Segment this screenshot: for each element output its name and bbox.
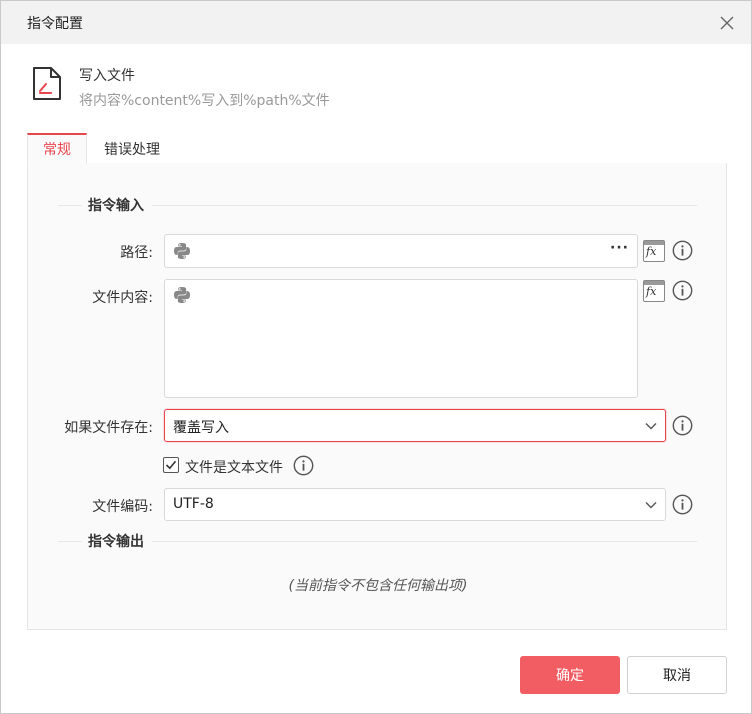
encoding-label: 文件编码: xyxy=(92,499,153,515)
if-exists-label: 如果文件存在: xyxy=(64,420,153,436)
encoding-info-icon[interactable] xyxy=(672,494,693,515)
input-section-title: 指令输入 xyxy=(84,195,148,215)
python-icon xyxy=(174,243,190,259)
content-fx-button[interactable]: fx xyxy=(643,280,665,302)
text-file-info-icon[interactable] xyxy=(293,455,314,476)
general-panel: 指令输入 路径: ··· fx 文件内容: fx 如果文件存在: 覆盖写入 文件… xyxy=(27,163,727,630)
encoding-value: UTF-8 xyxy=(173,496,214,512)
text-file-checkbox[interactable] xyxy=(163,457,179,473)
checkmark-icon xyxy=(165,460,177,470)
chevron-down-icon xyxy=(645,423,657,430)
dialog-title: 指令配置 xyxy=(27,16,83,32)
write-file-icon xyxy=(33,67,61,100)
section-line-left xyxy=(58,205,82,206)
path-label: 路径: xyxy=(120,245,153,261)
if-exists-info-icon[interactable] xyxy=(672,415,693,436)
python-icon xyxy=(174,287,190,303)
cancel-button[interactable]: 取消 xyxy=(627,656,727,694)
section-line-left xyxy=(58,541,82,542)
encoding-select[interactable]: UTF-8 xyxy=(164,488,666,521)
path-browse-button[interactable]: ··· xyxy=(610,240,629,256)
text-file-label: 文件是文本文件 xyxy=(185,460,283,476)
confirm-button[interactable]: 确定 xyxy=(520,656,620,694)
section-line-right xyxy=(152,541,697,542)
empty-output-text: (当前指令不包含任何输出项) xyxy=(288,578,468,594)
close-icon[interactable] xyxy=(717,13,737,33)
fx-icon: fx xyxy=(646,285,657,298)
content-label: 文件内容: xyxy=(92,290,153,306)
tab-general[interactable]: 常规 xyxy=(27,133,87,164)
output-section-title: 指令输出 xyxy=(84,531,148,551)
content-textarea[interactable] xyxy=(164,279,638,398)
command-config-dialog: 指令配置 写入文件 将内容%content%写入到%path%文件 常规 错误处… xyxy=(0,0,752,714)
if-exists-select[interactable]: 覆盖写入 xyxy=(164,409,666,442)
tab-error-handling[interactable]: 错误处理 xyxy=(89,133,175,164)
path-input[interactable]: ··· xyxy=(164,234,638,268)
path-fx-button[interactable]: fx xyxy=(643,240,665,262)
if-exists-value: 覆盖写入 xyxy=(173,420,229,436)
dialog-titlebar: 指令配置 xyxy=(1,1,751,44)
section-line-right xyxy=(152,205,697,206)
command-name: 写入文件 xyxy=(79,68,135,84)
path-info-icon[interactable] xyxy=(672,240,693,261)
command-description: 将内容%content%写入到%path%文件 xyxy=(79,93,330,109)
content-info-icon[interactable] xyxy=(672,280,693,301)
chevron-down-icon xyxy=(645,502,657,509)
fx-icon: fx xyxy=(646,245,657,258)
